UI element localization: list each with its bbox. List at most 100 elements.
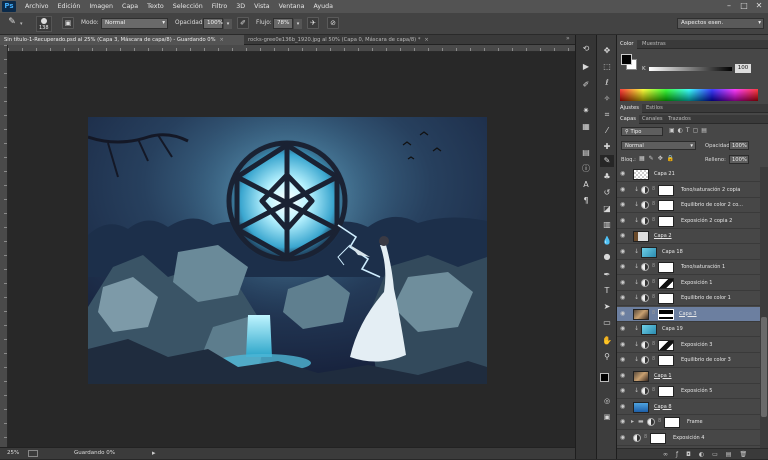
visibility-eye-icon[interactable]: ◉ bbox=[620, 310, 628, 318]
layer-mask-thumbnail[interactable] bbox=[658, 293, 674, 304]
link-chain-icon[interactable]: 8 bbox=[644, 434, 647, 440]
brush-panel-icon[interactable]: ▣ bbox=[62, 17, 74, 29]
layer-comps-icon[interactable]: ▤ bbox=[579, 147, 593, 159]
link-chain-icon[interactable]: 8 bbox=[652, 201, 655, 207]
layer-name[interactable]: Capa 8 bbox=[654, 404, 672, 410]
layer-name[interactable]: Exposición 4 bbox=[673, 435, 704, 441]
layer-mask-thumbnail[interactable] bbox=[658, 339, 674, 351]
layer-thumbnail[interactable] bbox=[633, 231, 649, 242]
layer-mask-thumbnail[interactable] bbox=[658, 200, 674, 211]
layer-mask-thumbnail[interactable] bbox=[658, 277, 674, 289]
menu-edicion[interactable]: Edición bbox=[58, 3, 81, 10]
visibility-eye-icon[interactable]: ◉ bbox=[620, 341, 628, 349]
visibility-eye-icon[interactable]: ◉ bbox=[620, 186, 628, 194]
horizontal-ruler[interactable] bbox=[8, 45, 575, 52]
maximize-icon[interactable]: □ bbox=[737, 1, 751, 11]
layer-name[interactable]: Exposición 2 copia 2 bbox=[681, 218, 732, 224]
visibility-eye-icon[interactable]: ◉ bbox=[620, 201, 628, 209]
close-tab-icon[interactable]: × bbox=[220, 37, 224, 43]
layer-mask-thumbnail[interactable] bbox=[664, 417, 680, 428]
close-icon[interactable]: ✕ bbox=[752, 1, 766, 11]
type-tool-icon[interactable]: T bbox=[600, 285, 614, 297]
layer-row[interactable]: ◉ Capa 8 bbox=[617, 400, 760, 415]
k-value-input[interactable]: 100 bbox=[735, 64, 751, 73]
layer-name[interactable]: Equilibrio de color 3 bbox=[681, 357, 731, 363]
menu-3d[interactable]: 3D bbox=[236, 3, 245, 10]
link-layers-icon[interactable]: ∞ bbox=[663, 451, 676, 458]
airbrush-icon[interactable]: ✈ bbox=[307, 17, 319, 29]
history-icon[interactable]: ⟲ bbox=[579, 43, 593, 55]
link-chain-icon[interactable]: 8 bbox=[652, 263, 655, 269]
blur-tool-icon[interactable]: 💧 bbox=[600, 235, 614, 247]
layer-name[interactable]: Capa 21 bbox=[654, 171, 675, 177]
layer-name[interactable]: Capa 19 bbox=[662, 326, 683, 332]
visibility-eye-icon[interactable]: ◉ bbox=[620, 263, 628, 271]
link-chain-icon[interactable]: 8 bbox=[652, 310, 655, 316]
color-spectrum[interactable] bbox=[620, 89, 758, 101]
pressure-size-icon[interactable]: ⊘ bbox=[327, 17, 339, 29]
layer-row[interactable]: ◉ ↓ 8 Exposición 1 bbox=[617, 276, 760, 291]
visibility-eye-icon[interactable]: ◉ bbox=[620, 372, 628, 380]
layers-scrollbar[interactable] bbox=[760, 167, 768, 448]
link-chain-icon[interactable]: 8 bbox=[652, 387, 655, 393]
vertical-ruler[interactable] bbox=[0, 45, 8, 447]
tab-muestras[interactable]: Muestras bbox=[639, 40, 669, 49]
layer-name[interactable]: Capa 18 bbox=[662, 249, 683, 255]
hand-tool-icon[interactable]: ✋ bbox=[600, 335, 614, 347]
layer-name[interactable]: Tono/saturación 2 copia bbox=[681, 187, 740, 193]
move-tool-icon[interactable]: ✥ bbox=[600, 45, 614, 57]
layer-mask-thumbnail[interactable] bbox=[658, 308, 674, 320]
layer-row[interactable]: ◉ ▸ ▬ 8 Frame bbox=[617, 415, 760, 430]
layer-thumbnail[interactable] bbox=[641, 324, 657, 335]
visibility-eye-icon[interactable]: ◉ bbox=[620, 387, 628, 395]
lock-icons[interactable]: ▦✎✥🔒 bbox=[639, 155, 678, 162]
brush-tool-icon[interactable]: ✎ bbox=[6, 17, 18, 29]
status-menu-icon[interactable]: ▸ bbox=[152, 449, 156, 457]
shape-tool-icon[interactable]: ▭ bbox=[600, 317, 614, 329]
tab-trazados[interactable]: Trazados bbox=[665, 115, 694, 124]
visibility-eye-icon[interactable]: ◉ bbox=[620, 217, 628, 225]
k-slider[interactable] bbox=[649, 67, 732, 71]
layer-row[interactable]: ◉ ↓ Capa 19 bbox=[617, 322, 760, 337]
layer-row[interactable]: ◉ 8 Capa 3 bbox=[617, 306, 760, 322]
canvas-area[interactable] bbox=[8, 53, 575, 447]
menu-filtro[interactable]: Filtro bbox=[212, 3, 227, 10]
minimize-icon[interactable]: – bbox=[722, 1, 736, 11]
opacity-input[interactable]: 100% bbox=[203, 18, 223, 29]
layer-name[interactable]: Equilibrio de color 2 co... bbox=[681, 202, 743, 208]
actions-play-icon[interactable]: ▶ bbox=[579, 61, 593, 73]
layer-name[interactable]: Frame bbox=[687, 419, 703, 425]
visibility-eye-icon[interactable]: ◉ bbox=[620, 170, 628, 178]
layer-row[interactable]: ◉ ↓ Capa 18 bbox=[617, 245, 760, 260]
tab-ajustes[interactable]: Ajustes bbox=[617, 104, 642, 113]
path-select-tool-icon[interactable]: ➤ bbox=[600, 301, 614, 313]
link-chain-icon[interactable]: 8 bbox=[652, 356, 655, 362]
tab-color[interactable]: Color bbox=[617, 40, 637, 49]
layer-name[interactable]: Capa 3 bbox=[679, 311, 697, 317]
workspace-select[interactable]: Aspectos esen. ▾ bbox=[677, 18, 764, 29]
layer-opacity-input[interactable]: 100% bbox=[729, 141, 749, 150]
layer-thumbnail[interactable] bbox=[633, 370, 649, 382]
link-chain-icon[interactable]: 8 bbox=[652, 341, 655, 347]
layer-row[interactable]: ◉ ↓ 8 Exposición 2 copia 2 bbox=[617, 214, 760, 229]
new-layer-icon[interactable]: ▤ bbox=[726, 451, 740, 458]
scrollbar-thumb[interactable] bbox=[761, 317, 767, 417]
layer-name[interactable]: Exposición 1 bbox=[681, 280, 712, 286]
menu-capa[interactable]: Capa bbox=[122, 3, 138, 10]
menu-archivo[interactable]: Archivo bbox=[25, 3, 49, 10]
menu-imagen[interactable]: Imagen bbox=[89, 3, 113, 10]
pen-tool-icon[interactable]: ✒ bbox=[600, 269, 614, 281]
eraser-tool-icon[interactable]: ◪ bbox=[600, 203, 614, 215]
layer-name[interactable]: Capa 2 bbox=[654, 233, 672, 239]
tab-canales[interactable]: Canales bbox=[639, 115, 666, 124]
layer-style-icon[interactable]: ƒ bbox=[676, 451, 686, 458]
layer-mask-thumbnail[interactable] bbox=[658, 184, 674, 196]
layer-row[interactable]: ◉ ↓ 8 Tono/saturación 2 copia bbox=[617, 183, 760, 198]
clone-source-icon[interactable]: ▦ bbox=[579, 121, 593, 133]
crop-tool-icon[interactable]: ⌗ bbox=[600, 109, 614, 121]
tab-overflow-icon[interactable]: » bbox=[566, 35, 570, 42]
layer-row[interactable]: ◉ Capa 1 bbox=[617, 369, 760, 384]
expand-group-icon[interactable]: ▸ bbox=[631, 418, 634, 425]
menu-ayuda[interactable]: Ayuda bbox=[313, 3, 332, 10]
layer-name[interactable]: Capa 1 bbox=[654, 373, 672, 379]
